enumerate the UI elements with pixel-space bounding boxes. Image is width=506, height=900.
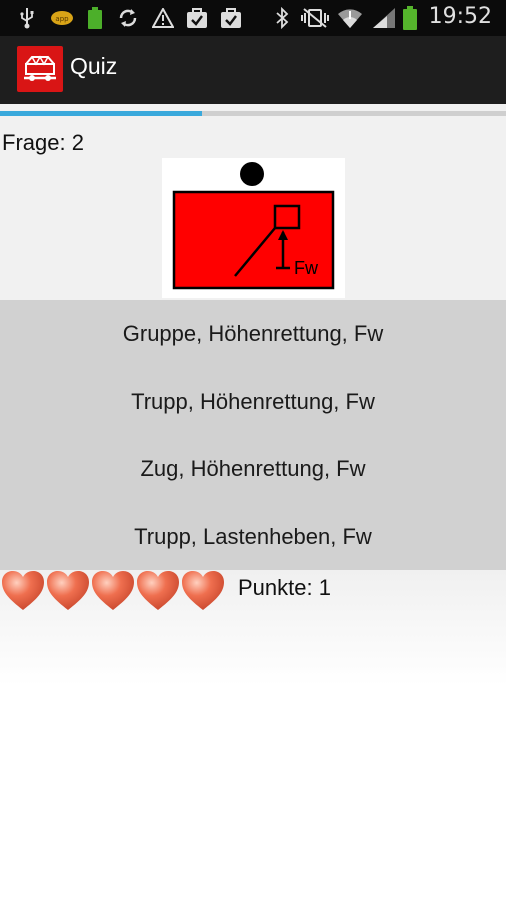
score-label: Punkte: 1 [238, 575, 331, 600]
signal-icon [371, 6, 397, 30]
battery-small-icon [86, 6, 104, 30]
answer-list: Gruppe, Höhenrettung, Fw Trupp, Höhenret… [0, 300, 506, 570]
heart-icon [91, 570, 135, 614]
progress-fill [0, 111, 203, 116]
bag-check-icon [219, 6, 243, 30]
battery-icon [401, 6, 419, 30]
action-bar: Quiz [0, 36, 506, 104]
sync-icon [116, 6, 140, 30]
status-area [0, 570, 506, 900]
question-number: Frage: 2 [2, 130, 84, 155]
sign-text: Fw [294, 258, 319, 278]
warning-icon [151, 6, 175, 30]
tactical-sign-image: Fw [162, 158, 345, 298]
heart-icon [1, 570, 45, 614]
status-bar: app 19:52 [0, 0, 506, 36]
sign-dot [240, 162, 264, 186]
answer-option-4[interactable]: Trupp, Lastenheben, Fw [0, 503, 506, 570]
progress-bar [0, 111, 506, 116]
answer-option-2[interactable]: Trupp, Höhenrettung, Fw [0, 368, 506, 435]
heart-icon [136, 570, 180, 614]
answer-option-1[interactable]: Gruppe, Höhenrettung, Fw [0, 300, 506, 367]
heart-icon [181, 570, 225, 614]
bluetooth-icon [272, 6, 292, 30]
app-logo-icon[interactable] [17, 46, 63, 92]
answer-option-3[interactable]: Zug, Höhenrettung, Fw [0, 435, 506, 502]
app-title: Quiz [70, 53, 118, 79]
usb-icon [16, 6, 38, 30]
notification-badge-icon: app [50, 6, 74, 30]
wifi-icon [336, 6, 364, 30]
clock-time: 19:52 [428, 4, 492, 29]
bag-check-icon [185, 6, 209, 30]
vibrate-mute-icon [301, 6, 329, 30]
svg-text:app: app [55, 15, 69, 23]
heart-icon [46, 570, 90, 614]
